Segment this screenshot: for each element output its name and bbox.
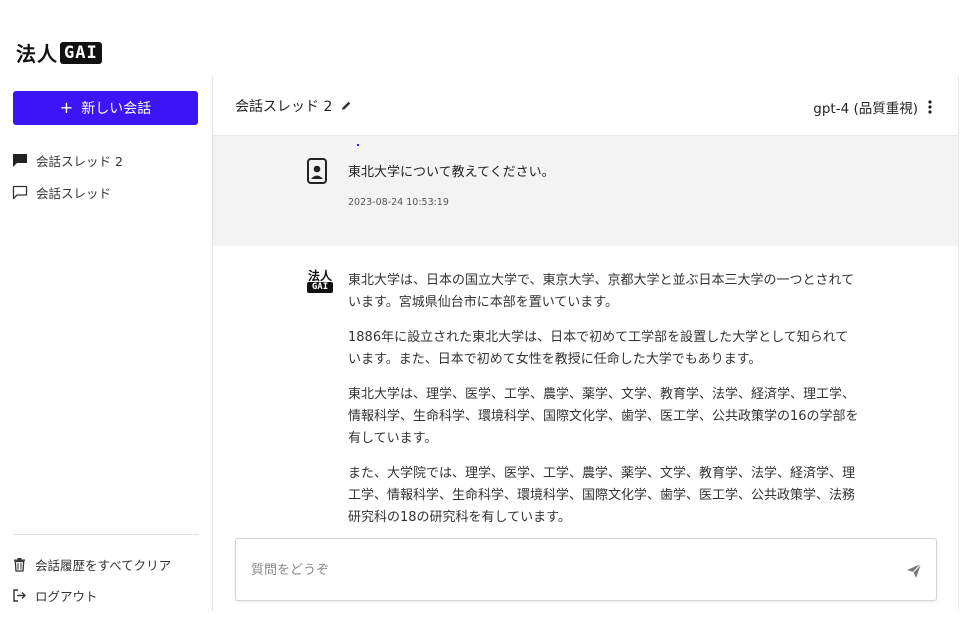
logo-text: 法人 — [16, 42, 58, 66]
logout-button[interactable]: ログアウト — [12, 580, 207, 611]
message-timestamp: 2023-08-24 10:53:19 — [348, 197, 449, 208]
sidebar-actions: 会話履歴をすべてクリア ログアウト — [12, 549, 207, 611]
clear-history-label: 会話履歴をすべてクリア — [35, 558, 172, 573]
assistant-paragraph: 1886年に設立された東北大学は、日本で初めて工学部を設置した大学として知られて… — [348, 330, 849, 367]
clear-history-button[interactable]: 会話履歴をすべてクリア — [12, 549, 207, 580]
logout-label: ログアウト — [35, 589, 98, 604]
message-composer — [235, 538, 937, 601]
assistant-paragraph: 東北大学は、日本の国立大学で、東京大学、京都大学と並ぶ日本三大学の一つとされてい… — [348, 273, 855, 310]
chat-bubble-filled-icon — [13, 153, 27, 167]
thread-title: 会話スレッド 2 — [235, 96, 352, 116]
sidebar-divider — [13, 534, 199, 535]
assistant-paragraph: 東北大学は、理学、医学、工学、農学、薬学、文学、教育学、法学、経済学、理工学、情… — [348, 387, 859, 446]
assistant-avatar: 法人 GAI — [307, 270, 333, 296]
more-vertical-icon[interactable] — [928, 100, 932, 114]
thread-item-active[interactable]: 会話スレッド 2 — [12, 144, 207, 176]
user-avatar-icon — [307, 158, 327, 184]
message-input[interactable] — [249, 559, 883, 581]
top-bar: 法人 GAI — [0, 0, 960, 76]
user-message-text: 東北大学について教えてください。 — [348, 165, 555, 180]
chat-header: 会話スレッド 2 gpt-4 (品質重視) — [213, 76, 958, 136]
thread-label: 会話スレッド 2 — [36, 153, 123, 169]
model-selector[interactable]: gpt-4 (品質重視) — [813, 97, 932, 117]
thread-item[interactable]: 会話スレッド — [12, 176, 207, 208]
thread-list: 会話スレッド 2 会話スレッド — [12, 144, 207, 208]
chat-panel: 会話スレッド 2 gpt-4 (品質重視) 東北大学について教えてください。 2… — [213, 76, 959, 611]
plus-icon: + — [59, 98, 74, 117]
status-dot — [357, 144, 359, 146]
send-icon[interactable] — [906, 563, 922, 579]
assistant-avatar-bottom: GAI — [307, 282, 333, 293]
logo-badge: GAI — [60, 41, 102, 64]
trash-icon — [14, 558, 25, 572]
user-message: 東北大学について教えてください。 2023-08-24 10:53:19 — [213, 136, 958, 246]
chat-bubble-outline-icon — [12, 185, 28, 199]
logout-icon — [13, 589, 26, 602]
assistant-avatar-top: 法人 — [307, 269, 332, 283]
new-chat-button[interactable]: + 新しい会話 — [13, 91, 198, 125]
new-chat-label: 新しい会話 — [81, 101, 152, 117]
assistant-message-text: 東北大学は、日本の国立大学で、東京大学、京都大学と並ぶ日本三大学の一つとされてい… — [348, 270, 860, 542]
app-logo: 法人 GAI — [16, 38, 102, 67]
thread-title-text: 会話スレッド 2 — [235, 99, 333, 115]
sidebar: + 新しい会話 会話スレッド 2 会話スレッド 会話履歴をすべてクリア ログアウ… — [0, 76, 213, 611]
assistant-paragraph: また、大学院では、理学、医学、工学、農学、薬学、文学、教育学、法学、経済学、理工… — [348, 466, 856, 525]
model-label: gpt-4 (品質重視) — [813, 101, 918, 117]
pencil-icon[interactable] — [340, 100, 352, 112]
thread-label: 会話スレッド — [36, 185, 112, 201]
